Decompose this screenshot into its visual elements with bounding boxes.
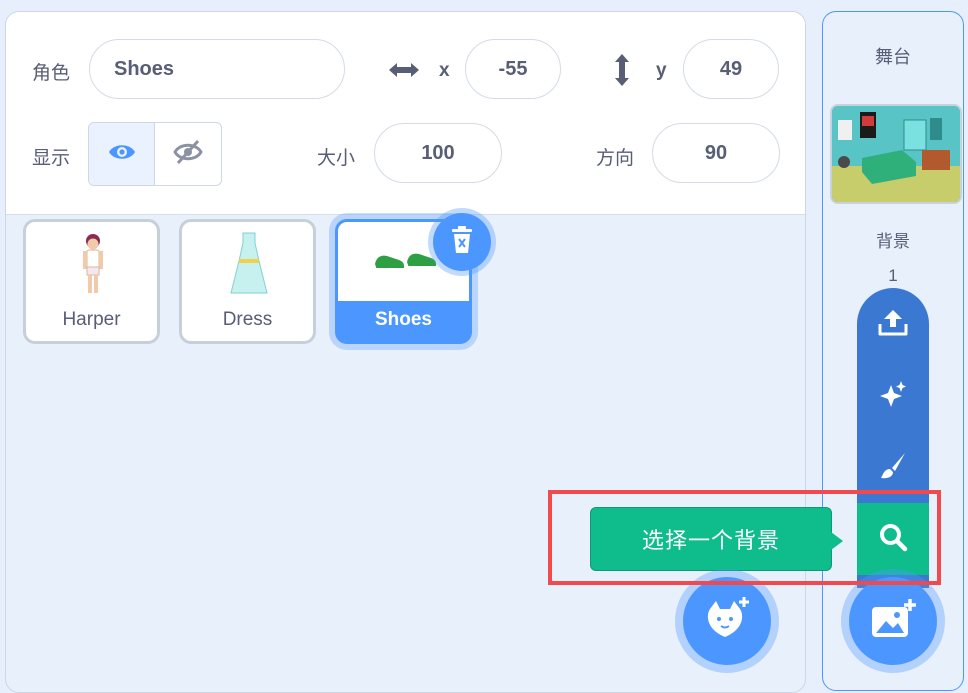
dress-thumbnail: [227, 231, 271, 302]
x-input[interactable]: -55: [465, 39, 561, 99]
cat-plus-icon: [704, 596, 750, 646]
image-plus-icon: [870, 598, 916, 644]
sprite-name: Shoes: [374, 309, 433, 330]
surprise-icon: [878, 379, 908, 414]
sprite-pane: 角色 Shoes x -55 y 49 显示 大小 100 方向 90: [5, 11, 806, 693]
stage-title: 舞台: [875, 47, 911, 68]
upload-backdrop-button[interactable]: [857, 288, 929, 360]
sprite-tile-dress[interactable]: Dress: [179, 219, 316, 344]
y-input[interactable]: 49: [683, 39, 779, 99]
harper-thumbnail: [78, 231, 108, 302]
show-label: 显示: [32, 147, 71, 169]
backdrop-label: 背景: [876, 232, 910, 252]
vertical-arrows-icon: [611, 52, 633, 93]
hide-button[interactable]: [155, 123, 221, 185]
show-button[interactable]: [89, 123, 155, 185]
x-label: x: [439, 60, 450, 81]
sprite-name-label: 角色: [32, 62, 71, 84]
eye-slash-icon: [173, 139, 203, 170]
backdrop-count: 1: [888, 266, 898, 285]
delete-sprite-button[interactable]: [433, 213, 491, 271]
sprite-info-panel: 角色 Shoes x -55 y 49 显示 大小 100 方向 90: [6, 12, 805, 215]
direction-input[interactable]: 90: [652, 123, 780, 183]
paint-backdrop-button[interactable]: [857, 432, 929, 504]
y-label: y: [656, 60, 667, 81]
sprite-tile-harper[interactable]: Harper: [23, 219, 160, 344]
search-icon: [878, 522, 908, 557]
choose-sprite-button[interactable]: [683, 577, 771, 665]
visibility-toggle: [88, 122, 222, 186]
horizontal-arrows-icon: [387, 59, 421, 86]
trash-icon: [450, 225, 474, 259]
choose-backdrop-tooltip: 选择一个背景: [590, 507, 843, 571]
choose-backdrop-fab[interactable]: [849, 577, 937, 665]
size-label: 大小: [317, 147, 356, 169]
direction-label: 方向: [596, 147, 635, 169]
sprite-name-input[interactable]: Shoes: [89, 39, 345, 99]
shoes-thumbnail: [371, 248, 441, 281]
eye-icon: [108, 142, 136, 167]
stage-backdrop-thumbnail: [830, 104, 962, 204]
surprise-backdrop-button[interactable]: [857, 360, 929, 432]
choose-backdrop-button[interactable]: [857, 503, 929, 575]
paint-icon: [878, 451, 908, 486]
size-input[interactable]: 100: [374, 123, 502, 183]
sprite-name: Dress: [222, 309, 273, 330]
sprite-name: Harper: [62, 309, 121, 330]
upload-icon: [878, 308, 908, 341]
